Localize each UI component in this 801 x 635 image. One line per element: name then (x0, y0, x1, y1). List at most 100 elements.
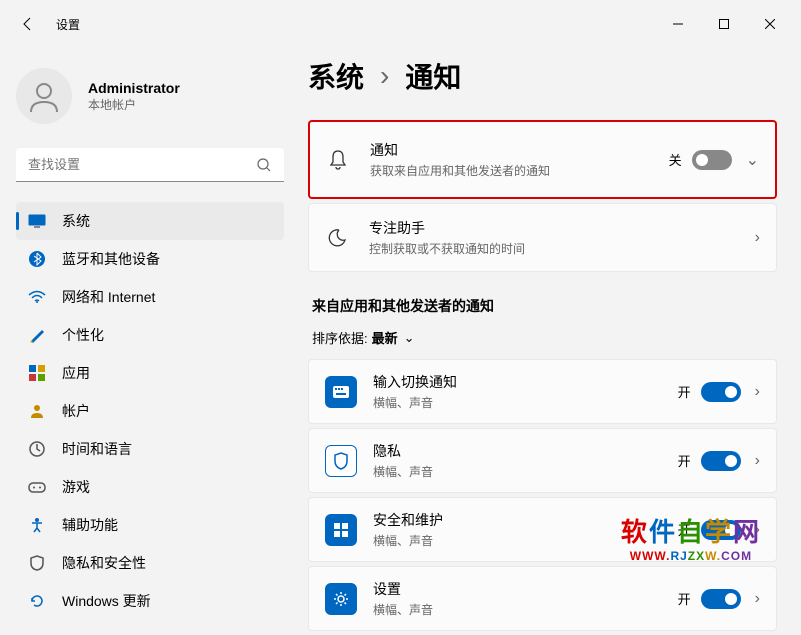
app-title: 安全和维护 (373, 510, 678, 530)
sidebar-item-network[interactable]: 网络和 Internet (16, 278, 284, 316)
settings-gear-icon (325, 583, 357, 615)
sidebar-item-label: 个性化 (62, 325, 104, 345)
close-button[interactable] (747, 8, 793, 40)
gaming-icon (28, 478, 46, 496)
chevron-right-icon: › (755, 383, 760, 401)
sidebar: Administrator 本地帐户 系统 蓝牙和其他设备 网络和 Intern… (0, 48, 300, 635)
chevron-right-icon: › (755, 590, 760, 608)
card-title: 专注助手 (369, 218, 755, 238)
search-icon (256, 157, 272, 173)
clock-globe-icon (28, 440, 46, 458)
sidebar-item-privacy[interactable]: 隐私和安全性 (16, 544, 284, 582)
breadcrumb-parent[interactable]: 系统 (308, 56, 364, 96)
search-box[interactable] (16, 148, 284, 182)
toggle-state-label: 开 (678, 382, 691, 401)
sort-selector[interactable]: 排序依据: 最新 ⌄ (308, 328, 777, 347)
close-icon (765, 19, 775, 29)
main-content: 系统 › 通知 通知 获取来自应用和其他发送者的通知 关 ⌄ 专注助手 控制获取 (300, 48, 801, 635)
app-toggle[interactable] (701, 451, 741, 471)
user-icon (26, 78, 62, 114)
sidebar-item-system[interactable]: 系统 (16, 202, 284, 240)
sidebar-item-personalization[interactable]: 个性化 (16, 316, 284, 354)
moon-icon (325, 228, 349, 248)
maximize-button[interactable] (701, 8, 747, 40)
sort-value: 最新 (372, 328, 398, 347)
minimize-button[interactable] (655, 8, 701, 40)
window-title: 设置 (56, 16, 80, 33)
apps-icon (28, 364, 46, 382)
sidebar-item-accessibility[interactable]: 辅助功能 (16, 506, 284, 544)
card-title: 通知 (370, 140, 669, 160)
window-controls (655, 8, 793, 40)
sidebar-item-bluetooth[interactable]: 蓝牙和其他设备 (16, 240, 284, 278)
breadcrumb-current: 通知 (405, 56, 461, 96)
wifi-icon (28, 288, 46, 306)
minimize-icon (673, 19, 683, 29)
brush-icon (28, 326, 46, 344)
sidebar-item-time-language[interactable]: 时间和语言 (16, 430, 284, 468)
toggle-state-label: 关 (669, 150, 682, 169)
app-desc: 横幅、声音 (373, 601, 573, 618)
app-notification-item[interactable]: 输入切换通知 横幅、声音 开 › (308, 359, 777, 424)
user-type: 本地帐户 (88, 96, 180, 113)
sidebar-item-windows-update[interactable]: Windows 更新 (16, 582, 284, 620)
toggle-state-label: 开 (678, 589, 691, 608)
arrow-left-icon (20, 16, 36, 32)
toggle-state-label: 开 (678, 520, 691, 539)
search-input[interactable] (28, 157, 256, 172)
app-notification-item[interactable]: 隐私 横幅、声音 开 › (308, 428, 777, 493)
maximize-icon (719, 19, 729, 29)
update-icon (28, 592, 46, 610)
app-title: 隐私 (373, 441, 678, 461)
sidebar-item-label: 游戏 (62, 477, 90, 497)
notifications-toggle[interactable] (692, 150, 732, 170)
focus-assist-card[interactable]: 专注助手 控制获取或不获取通知的时间 › (308, 203, 777, 272)
bell-icon (326, 149, 350, 171)
accessibility-icon (28, 516, 46, 534)
chevron-right-icon: › (755, 521, 760, 539)
app-desc: 横幅、声音 (373, 463, 573, 480)
sidebar-item-label: 时间和语言 (62, 439, 132, 459)
back-button[interactable] (8, 4, 48, 44)
account-icon (28, 402, 46, 420)
keyboard-icon (325, 376, 357, 408)
notifications-card[interactable]: 通知 获取来自应用和其他发送者的通知 关 ⌄ (308, 120, 777, 199)
sidebar-item-label: 应用 (62, 363, 90, 383)
app-notification-item[interactable]: 设置 横幅、声音 开 › (308, 566, 777, 631)
avatar (16, 68, 72, 124)
app-notification-item[interactable]: 安全和维护 横幅、声音 开 › (308, 497, 777, 562)
breadcrumb: 系统 › 通知 (308, 56, 777, 96)
sidebar-item-label: 隐私和安全性 (62, 553, 146, 573)
chevron-down-icon: ⌄ (404, 330, 415, 346)
app-title: 输入切换通知 (373, 372, 678, 392)
chevron-right-icon: › (755, 452, 760, 470)
user-name: Administrator (88, 80, 180, 96)
nav-list: 系统 蓝牙和其他设备 网络和 Internet 个性化 应用 帐户 (16, 202, 284, 620)
shield-icon (28, 554, 46, 572)
toggle-state-label: 开 (678, 451, 691, 470)
bluetooth-icon (28, 250, 46, 268)
sidebar-item-label: 蓝牙和其他设备 (62, 249, 160, 269)
card-desc: 获取来自应用和其他发送者的通知 (370, 162, 570, 179)
sidebar-item-label: 辅助功能 (62, 515, 118, 535)
sidebar-item-apps[interactable]: 应用 (16, 354, 284, 392)
sidebar-item-accounts[interactable]: 帐户 (16, 392, 284, 430)
sort-label: 排序依据: (312, 328, 368, 347)
titlebar: 设置 (0, 0, 801, 48)
sidebar-item-label: 网络和 Internet (62, 287, 155, 307)
chevron-right-icon: › (755, 229, 760, 247)
user-section[interactable]: Administrator 本地帐户 (16, 56, 284, 148)
app-toggle[interactable] (701, 382, 741, 402)
card-desc: 控制获取或不获取通知的时间 (369, 240, 755, 257)
sidebar-item-label: 帐户 (62, 401, 90, 421)
sidebar-item-gaming[interactable]: 游戏 (16, 468, 284, 506)
app-toggle[interactable] (701, 520, 741, 540)
breadcrumb-separator: › (380, 60, 389, 92)
apps-section-header: 来自应用和其他发送者的通知 (312, 296, 777, 316)
system-icon (28, 212, 46, 230)
app-toggle[interactable] (701, 589, 741, 609)
app-desc: 横幅、声音 (373, 532, 573, 549)
sidebar-item-label: 系统 (62, 211, 90, 231)
app-desc: 横幅、声音 (373, 394, 573, 411)
app-title: 设置 (373, 579, 678, 599)
